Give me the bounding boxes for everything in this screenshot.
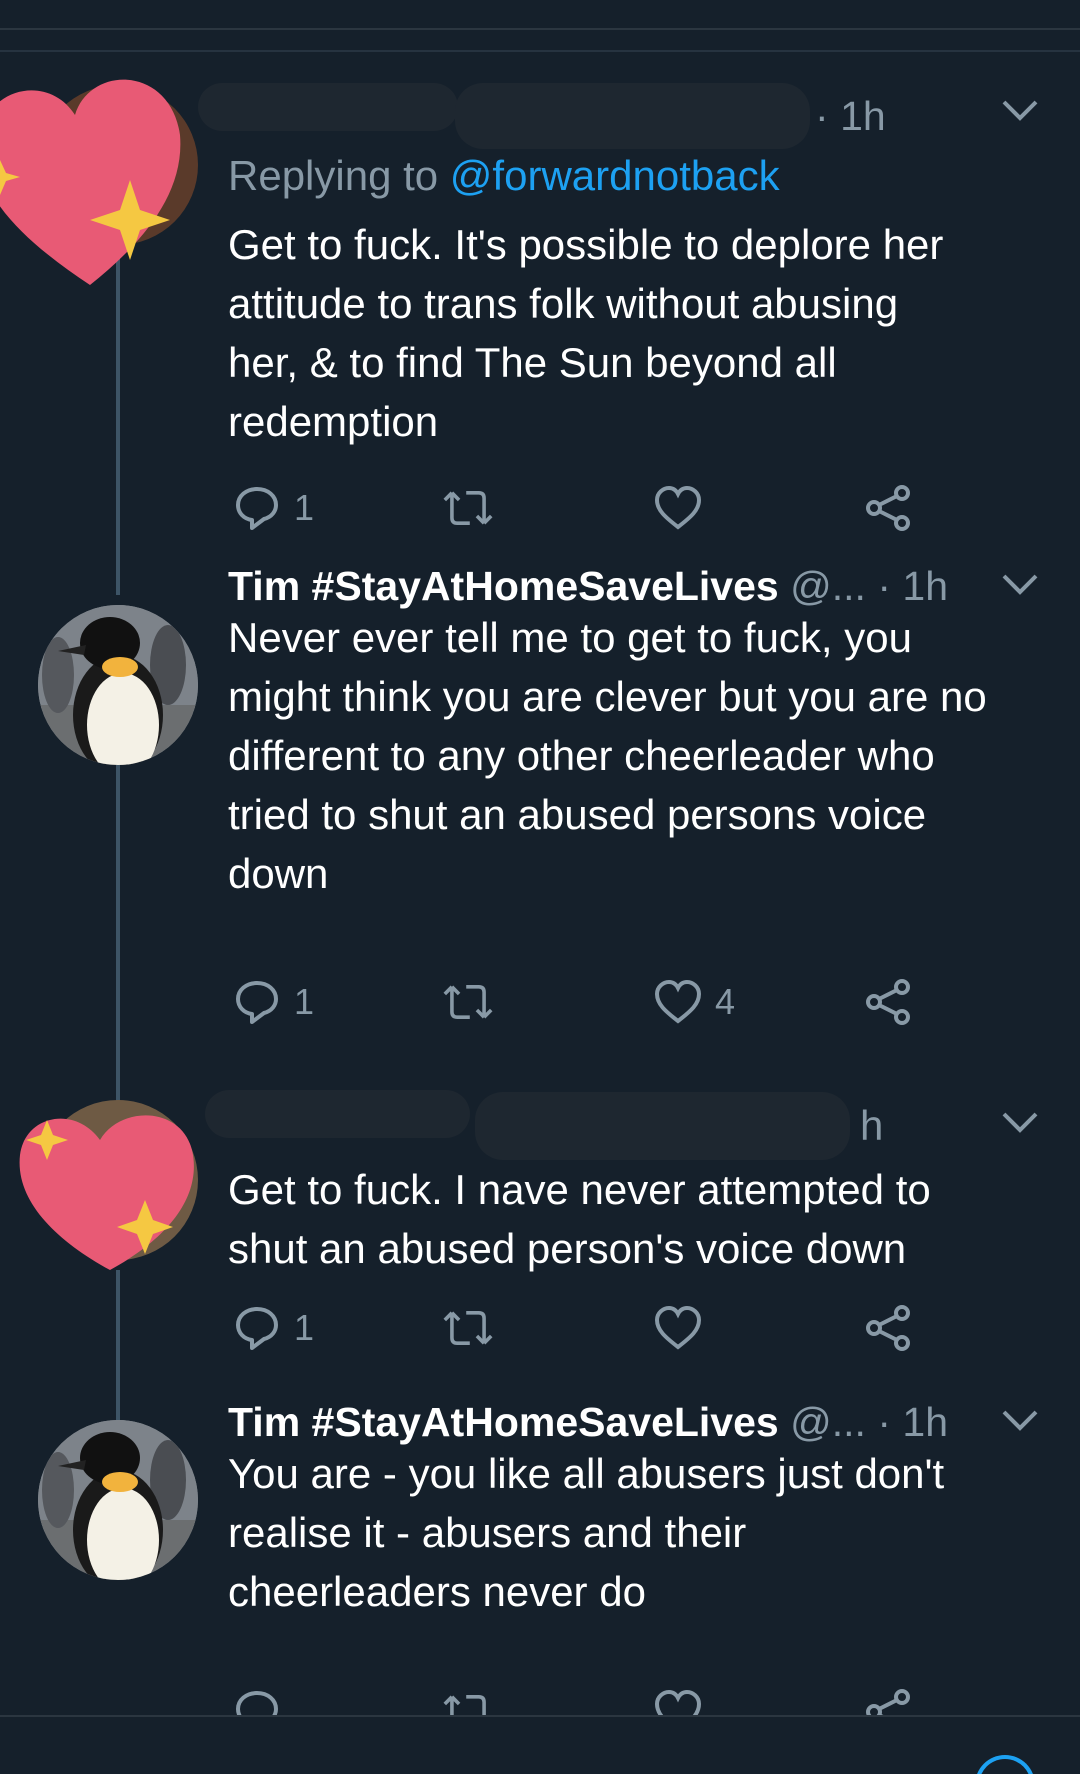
reply-icon [236,1307,278,1350]
share-button[interactable] [864,478,914,538]
penguin-avatar-image [38,605,198,765]
text-line: cheerleaders never do [228,1568,646,1615]
like-button[interactable]: 4 [653,972,735,1032]
redacted-name [198,83,458,131]
like-icon [654,1689,702,1715]
retweet-button[interactable] [443,972,493,1032]
text-line: might think you are clever but you are n… [228,673,987,720]
bottom-bar [0,1715,1080,1774]
separator-dot: · [877,563,891,609]
like-button[interactable] [653,478,703,538]
tweet-header: Tim #StayAtHomeSaveLives @... · 1h [228,560,948,612]
tweet-header: · 1h [815,90,886,142]
text-line: Get to fuck. It's possible to deplore he… [228,221,944,268]
retweet-icon [443,1695,486,1715]
chevron-down-icon[interactable] [1000,1406,1040,1436]
chevron-down-icon[interactable] [1000,570,1040,600]
text-line: attitude to trans folk without abusing [228,280,899,327]
share-icon [866,485,910,531]
text-line: redemption [228,398,439,445]
timestamp: h [860,1102,884,1149]
like-button[interactable] [653,1298,703,1358]
replying-to: Replying to @forwardnotback [228,150,780,202]
reply-button[interactable]: 1 [232,1298,314,1358]
text-line: You are - you like all abusers just don'… [228,1450,945,1497]
like-icon [654,485,702,530]
retweet-icon [443,985,493,1019]
reply-icon [236,487,278,530]
action-bar: 1 [228,1298,968,1358]
user-handle[interactable]: @... [790,563,866,609]
retweet-icon [443,1311,493,1345]
tweet-text: Get to fuck. I nave never attempted to s… [228,1160,1048,1278]
like-icon [654,1305,702,1350]
text-line: down [228,850,329,897]
tweet[interactable]: h Get to fuck. I nave never attempted to… [0,1080,1080,1420]
reply-count: 1 [294,487,315,528]
action-bar: 1 [228,478,968,538]
tweet-text: You are - you like all abusers just don'… [228,1444,1048,1621]
tweet-text: Never ever tell me to get to fuck, you m… [228,608,1048,903]
reply-count: 1 [294,981,315,1022]
chevron-down-icon[interactable] [1000,1108,1040,1138]
reply-count: 1 [294,1307,315,1348]
text-line: realise it - abusers and their [228,1509,747,1556]
retweet-button[interactable] [443,1682,493,1715]
redacted-handle [455,83,810,149]
text-line: different to any other cheerleader who [228,732,935,779]
text-line: tried to shut an abused persons voice [228,791,927,838]
tweet[interactable]: Tim #StayAtHomeSaveLives @... · 1h Never… [0,563,1080,1080]
reply-button[interactable] [232,1682,282,1715]
like-icon [654,979,702,1024]
avatar[interactable] [38,605,198,765]
redacted-handle [475,1092,850,1160]
penguin-avatar-image [38,1420,198,1580]
text-line: Never ever tell me to get to fuck, you [228,614,912,661]
mention-link[interactable]: @forwardnotback [450,152,780,199]
retweet-button[interactable] [443,478,493,538]
reply-button[interactable]: 1 [232,972,314,1032]
text-line: shut an abused person's voice down [228,1225,907,1272]
redacted-name [205,1090,470,1138]
timestamp: 1h [902,563,948,609]
share-icon [866,1689,910,1715]
share-icon [866,1305,910,1351]
heart-sticker [19,1115,194,1270]
retweet-icon [443,491,493,525]
heart-sticker [0,79,181,285]
retweet-button[interactable] [443,1298,493,1358]
action-bar: 1 4 [228,972,968,1032]
chevron-down-icon[interactable] [1000,96,1040,126]
like-count: 4 [715,981,736,1022]
reply-button[interactable]: 1 [232,478,314,538]
tweet-header: Tim #StayAtHomeSaveLives @... · 1h [228,1396,948,1448]
timestamp: 1h [840,93,886,139]
like-button[interactable] [653,1682,703,1715]
separator-dot: · [815,93,829,139]
share-button[interactable] [864,972,914,1032]
avatar[interactable] [38,1420,198,1580]
reply-icon [236,1691,278,1715]
separator-dot: · [877,1399,891,1445]
timeline-screen: · 1h Replying to @forwardnotback Get to … [0,0,1080,1774]
display-name[interactable]: Tim #StayAtHomeSaveLives [228,1399,779,1445]
tweet[interactable]: · 1h Replying to @forwardnotback Get to … [0,0,1080,580]
display-name[interactable]: Tim #StayAtHomeSaveLives [228,563,779,609]
share-icon [866,979,910,1025]
timestamp: 1h [902,1399,948,1445]
share-button[interactable] [864,1298,914,1358]
reply-icon [236,981,278,1024]
text-line: Get to fuck. I nave never attempted to [228,1166,931,1213]
action-bar [228,1682,968,1715]
user-handle[interactable]: @... [790,1399,866,1445]
tweet[interactable]: Tim #StayAtHomeSaveLives @... · 1h You a… [0,1399,1080,1715]
text-line: her, & to find The Sun beyond all [228,339,837,386]
share-button[interactable] [864,1682,914,1715]
replying-prefix: Replying to [228,152,439,199]
tweet-text: Get to fuck. It's possible to deplore he… [228,215,1048,451]
